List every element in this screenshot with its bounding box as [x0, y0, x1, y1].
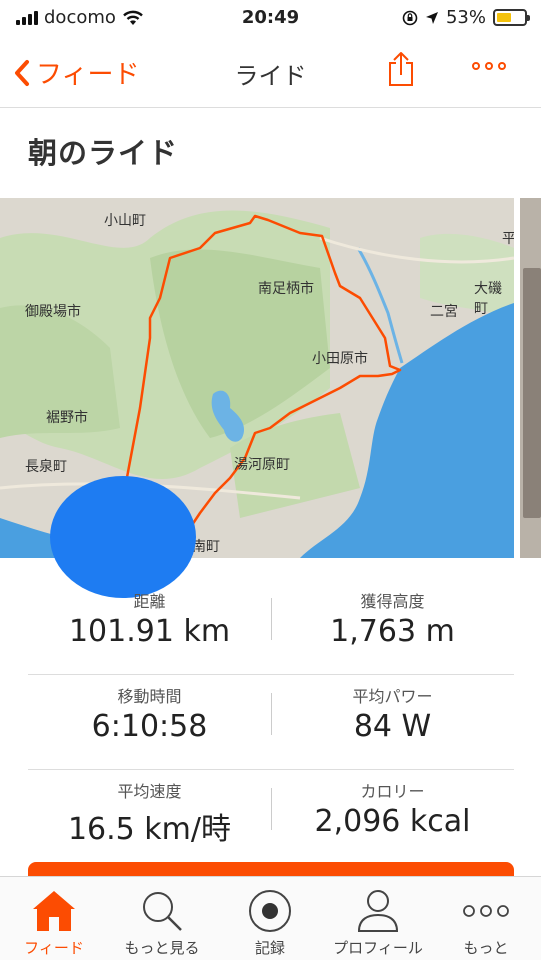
- stats-grid: 距離 101.91 km 獲得高度 1,763 m 移動時間 6:10:58 平…: [28, 580, 514, 865]
- map-label-ninomiya: 二宮: [430, 304, 458, 320]
- tab-profile[interactable]: プロフィール: [324, 877, 432, 961]
- rotation-lock-icon: [402, 10, 418, 25]
- map-label-town: 南町: [192, 539, 220, 555]
- stat-label: 平均速度: [117, 782, 182, 801]
- tab-label: もっと: [463, 939, 509, 957]
- status-right: 53%: [402, 7, 530, 28]
- map-label-susono: 裾野市: [46, 410, 88, 426]
- nav-bar: フィード ライド: [0, 36, 541, 108]
- map-label-minamiashigara: 南足柄市: [258, 281, 314, 297]
- status-bar: docomo 20:49 53%: [0, 0, 541, 36]
- stat-elevation: 獲得高度 1,763 m: [271, 588, 514, 649]
- more-icon: [463, 905, 509, 917]
- stat-label: カロリー: [360, 782, 425, 801]
- map-label-odawara: 小田原市: [312, 351, 368, 367]
- next-photo-peek[interactable]: [520, 198, 541, 558]
- stat-value: 6:10:58: [91, 709, 208, 744]
- map-label-nagaizumi: 長泉町: [25, 459, 67, 475]
- location-icon: [425, 11, 438, 24]
- stat-avg-power: 平均パワー 84 W: [271, 683, 514, 744]
- battery-percent: 53%: [445, 7, 486, 28]
- profile-icon: [357, 890, 399, 932]
- map-label-gotemba: 御殿場市: [25, 304, 81, 320]
- share-icon: [389, 52, 413, 86]
- stat-label: 平均パワー: [352, 687, 433, 706]
- share-button[interactable]: [386, 50, 416, 92]
- dot-icon: [472, 62, 480, 70]
- map-label-oyama: 小山町: [104, 213, 146, 229]
- stats-row: 距離 101.91 km 獲得高度 1,763 m: [28, 580, 514, 675]
- tab-bar: フィード もっと見る 記録 プロフィール もっと: [0, 876, 541, 960]
- map-label-edge: 平: [502, 231, 514, 247]
- stat-avg-speed: 平均速度 16.5 km/時: [28, 778, 271, 848]
- activity-title: 朝のライド: [28, 136, 179, 170]
- search-icon: [143, 892, 182, 931]
- stat-label: 移動時間: [117, 687, 182, 706]
- home-icon: [33, 891, 75, 931]
- battery-icon: [493, 9, 530, 26]
- stat-value: 1,763 m: [330, 614, 455, 649]
- tab-record[interactable]: 記録: [216, 877, 324, 961]
- tab-label: フィード: [24, 939, 84, 957]
- map-label-oiso: 大磯町: [474, 281, 502, 317]
- stat-value: 2,096 kcal: [314, 804, 471, 839]
- tab-more[interactable]: もっと: [432, 877, 540, 961]
- tab-explore[interactable]: もっと見る: [108, 877, 216, 961]
- stat-value: 16.5 km/時: [67, 812, 232, 847]
- stats-row: 移動時間 6:10:58 平均パワー 84 W: [28, 675, 514, 770]
- tab-label: 記録: [254, 939, 285, 957]
- dot-icon: [485, 62, 493, 70]
- tab-label: プロフィール: [333, 939, 423, 957]
- map-label-yugawara: 湯河原町: [234, 457, 290, 473]
- stats-row: 平均速度 16.5 km/時 カロリー 2,096 kcal: [28, 770, 514, 865]
- stat-label: 獲得高度: [360, 592, 425, 611]
- dot-icon: [498, 62, 506, 70]
- stat-label: 距離: [133, 592, 166, 611]
- tab-feed[interactable]: フィード: [0, 877, 108, 961]
- stat-value: 84 W: [353, 709, 432, 744]
- tab-label: もっと見る: [124, 939, 200, 957]
- record-icon: [249, 890, 291, 932]
- stat-moving-time: 移動時間 6:10:58: [28, 683, 271, 744]
- stat-calories: カロリー 2,096 kcal: [271, 778, 514, 839]
- page-title: ライド: [234, 62, 307, 90]
- more-options-button[interactable]: [472, 62, 506, 70]
- stat-distance: 距離 101.91 km: [28, 588, 271, 649]
- stat-value: 101.91 km: [68, 614, 231, 649]
